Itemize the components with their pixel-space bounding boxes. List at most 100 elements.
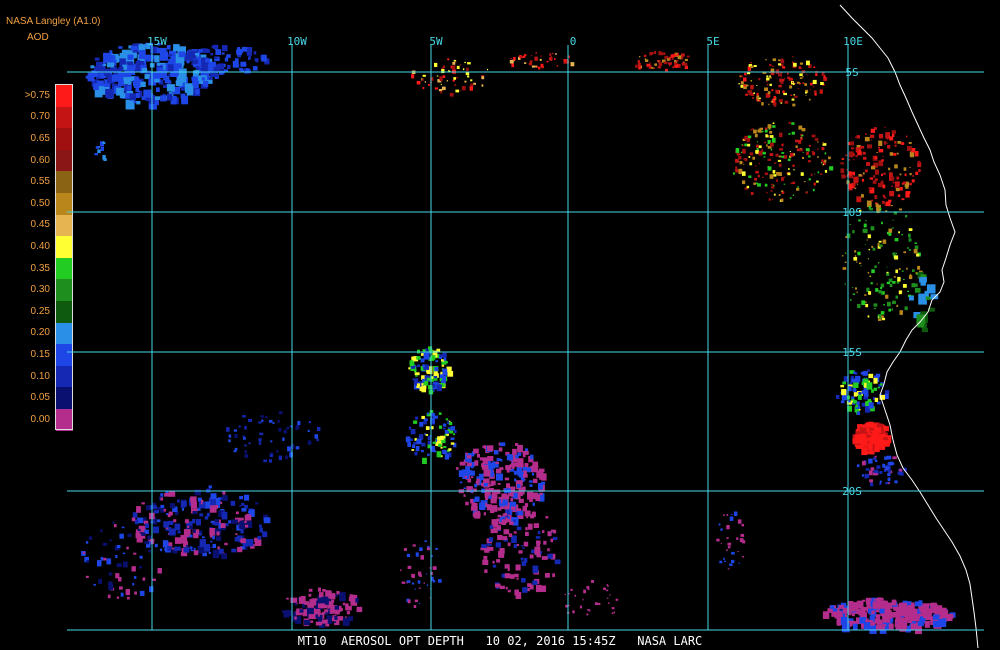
aod-pixel bbox=[535, 536, 541, 539]
aod-pixel bbox=[898, 268, 901, 271]
aod-pixel bbox=[127, 81, 132, 85]
aod-pixel bbox=[819, 89, 823, 94]
aod-pixel bbox=[774, 162, 777, 164]
aod-pixel bbox=[892, 133, 895, 137]
aod-pixel bbox=[891, 193, 894, 196]
aod-pixel bbox=[842, 381, 847, 385]
aod-pixel bbox=[608, 602, 610, 604]
aod-pixel bbox=[517, 508, 522, 511]
aod-pixel bbox=[828, 156, 831, 160]
aod-pixel bbox=[742, 171, 746, 176]
aod-pixel bbox=[748, 175, 752, 178]
aod-pixel bbox=[563, 59, 566, 62]
aod-pixel bbox=[884, 602, 893, 609]
aod-pixel bbox=[518, 550, 523, 554]
aod-pixel bbox=[877, 316, 880, 318]
aod-pixel bbox=[492, 560, 495, 564]
aod-pixel bbox=[769, 63, 772, 67]
aod-pixel bbox=[515, 512, 519, 516]
aod-pixel bbox=[508, 533, 513, 538]
aod-pixel bbox=[499, 442, 506, 447]
aod-pixel bbox=[887, 301, 891, 307]
aod-pixel bbox=[278, 455, 282, 461]
aod-pixel bbox=[888, 228, 893, 233]
aod-pixel bbox=[497, 514, 502, 518]
aod-pixel bbox=[874, 438, 883, 446]
aod-pixel bbox=[512, 448, 517, 455]
aod-pixel bbox=[779, 148, 783, 151]
aod-pixel bbox=[897, 471, 903, 475]
aod-pixel bbox=[546, 60, 549, 63]
aod-pixel bbox=[881, 315, 884, 318]
aod-pixel bbox=[744, 158, 748, 162]
aod-pixel bbox=[294, 616, 297, 620]
aod-pixel bbox=[894, 164, 898, 169]
aod-pixel bbox=[308, 421, 312, 424]
aod-pixel bbox=[735, 159, 739, 163]
aod-pixel bbox=[411, 74, 415, 79]
aod-pixel bbox=[649, 53, 653, 55]
aod-pixel bbox=[470, 83, 474, 87]
aod-pixel bbox=[844, 261, 847, 263]
aod-pixel bbox=[871, 389, 874, 393]
aod-pixel bbox=[883, 437, 888, 441]
aod-pixel bbox=[637, 60, 640, 63]
aod-pixel bbox=[421, 383, 424, 386]
aod-pixel bbox=[770, 100, 774, 103]
aod-pixel bbox=[767, 124, 772, 129]
aod-pixel bbox=[841, 623, 850, 633]
aod-pixel bbox=[535, 65, 537, 68]
aod-pixel bbox=[196, 66, 200, 69]
aod-pixel bbox=[783, 183, 786, 185]
aod-pixel bbox=[541, 556, 548, 560]
aod-pixel bbox=[425, 434, 429, 436]
aod-pixel bbox=[430, 355, 436, 360]
aod-pixel bbox=[94, 57, 100, 61]
aod-pixel bbox=[914, 287, 921, 293]
aod-pixel bbox=[773, 103, 777, 107]
aod-pixel bbox=[474, 483, 478, 488]
aod-pixel bbox=[201, 536, 205, 539]
aod-pixel bbox=[537, 530, 541, 535]
aod-pixel bbox=[781, 152, 785, 154]
aod-pixel bbox=[668, 62, 672, 65]
aod-pixel bbox=[861, 390, 867, 395]
aod-pixel bbox=[775, 153, 779, 157]
aod-pixel bbox=[747, 143, 751, 147]
aod-pixel bbox=[517, 444, 523, 453]
aod-pixel bbox=[427, 453, 430, 456]
aod-pixel bbox=[857, 303, 861, 309]
aod-pixel bbox=[252, 66, 258, 71]
aod-pixel bbox=[539, 58, 542, 61]
aod-pixel bbox=[264, 416, 268, 419]
aod-pixel bbox=[758, 151, 763, 156]
aod-pixel bbox=[524, 510, 531, 517]
aod-pixel bbox=[516, 526, 522, 531]
aod-pixel bbox=[792, 103, 796, 107]
aod-pixel bbox=[845, 154, 848, 157]
aod-pixel bbox=[255, 502, 259, 505]
aod-pixel bbox=[778, 155, 782, 158]
aod-pixel bbox=[124, 69, 132, 77]
aod-pixel bbox=[131, 566, 136, 572]
aod-pixel bbox=[892, 181, 895, 184]
aod-pixel bbox=[208, 76, 213, 80]
aod-pixel bbox=[219, 70, 224, 75]
aod-pixel bbox=[874, 178, 878, 181]
aod-pixel bbox=[787, 158, 791, 161]
aod-pixel bbox=[529, 499, 533, 502]
aod-pixel bbox=[799, 62, 803, 65]
aod-pixel bbox=[884, 126, 886, 128]
aod-pixel bbox=[591, 580, 594, 583]
aod-pixel bbox=[898, 290, 902, 295]
aod-pixel bbox=[898, 231, 900, 234]
aod-pixel bbox=[192, 59, 199, 65]
aod-pixel bbox=[780, 59, 785, 64]
aod-pixel bbox=[523, 541, 529, 547]
aod-pixel bbox=[315, 614, 319, 618]
aod-pixel bbox=[495, 461, 499, 464]
aod-pixel bbox=[424, 540, 427, 543]
aod-pixel bbox=[817, 156, 819, 158]
aod-pixel bbox=[866, 162, 871, 166]
aod-pixel bbox=[423, 582, 425, 584]
